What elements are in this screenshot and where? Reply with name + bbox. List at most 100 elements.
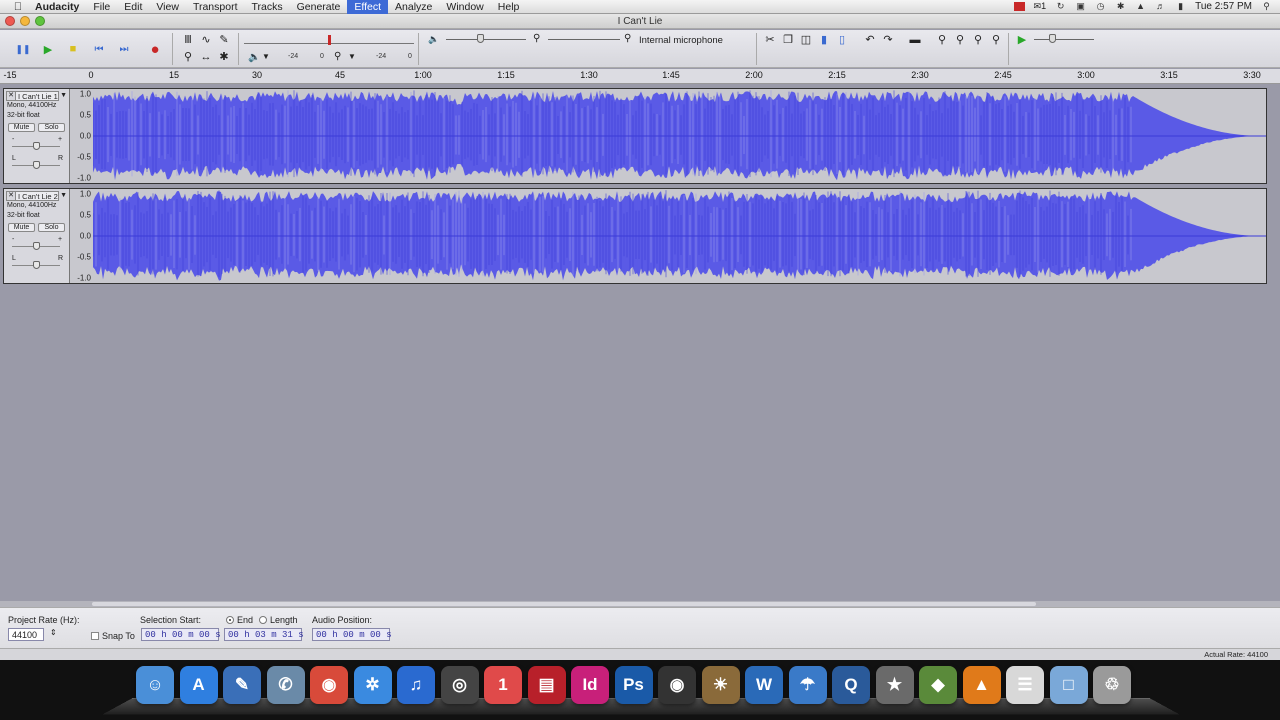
menu-edit[interactable]: Edit [117, 0, 149, 14]
ibooks-icon[interactable]: ◆ [919, 666, 957, 704]
messages-icon[interactable]: ✉1 [1034, 1, 1047, 12]
photo-booth-icon[interactable]: ▤ [527, 666, 566, 704]
input-device-select[interactable]: Internal microphone [636, 34, 748, 48]
menu-effect[interactable]: Effect [347, 0, 389, 14]
documents-icon[interactable]: ☰ [1006, 666, 1044, 704]
menu-help[interactable]: Help [491, 0, 527, 14]
zoom-out-icon[interactable]: ⚲ [952, 32, 968, 48]
record-status-icon[interactable] [1013, 2, 1025, 11]
play-at-speed-icon[interactable]: ▶ [1014, 32, 1030, 48]
trim-icon[interactable]: ▮ [816, 32, 832, 48]
snap-to-checkbox[interactable] [91, 632, 99, 640]
timeline-ruler[interactable]: -15 0 15 30 45 1:00 1:15 1:30 1:45 2:00 … [0, 69, 1280, 84]
menubar-clock[interactable]: Tue 2:57 PM [1195, 1, 1252, 12]
fit-selection-icon[interactable]: ⚲ [970, 32, 986, 48]
project-rate-stepper-icon[interactable]: ⇕ [50, 628, 57, 637]
vlc-icon[interactable]: ▲ [962, 666, 1001, 704]
selection-end-field[interactable]: 00 h 03 m 31 s [224, 628, 304, 641]
paste-icon[interactable]: ◫ [798, 32, 814, 48]
track-menu-chevron-down-icon[interactable]: ▼ [59, 191, 68, 201]
audio-track-2[interactable]: ✕ I Can't Lie 2 ▼ Mono, 44100Hz 32-bit f… [3, 188, 1267, 284]
quicktime-icon[interactable]: Q [832, 666, 870, 704]
sync-icon[interactable]: ↻ [1055, 2, 1066, 11]
play-button[interactable]: ▶ [37, 38, 59, 60]
menu-transport[interactable]: Transport [186, 0, 245, 14]
gain-slider[interactable] [33, 242, 40, 250]
safari-icon[interactable]: ✲ [353, 666, 392, 704]
chrome-icon[interactable]: ◉ [310, 666, 348, 704]
length-radio[interactable] [259, 616, 267, 624]
solo-button[interactable]: Solo [38, 123, 65, 132]
multi-tool-icon[interactable]: ✱ [216, 49, 232, 65]
envelope-tool-icon[interactable]: ∿ [198, 32, 214, 48]
pause-button[interactable]: ❚❚ [12, 38, 34, 60]
gain-slider[interactable] [33, 142, 40, 150]
selection-start-field[interactable]: 00 h 00 m 00 s [141, 628, 221, 641]
skip-to-start-button[interactable]: ⏮ [88, 38, 110, 60]
pan-slider[interactable] [33, 161, 40, 169]
finder-icon[interactable]: ☺ [136, 666, 174, 704]
zoom-tool-icon[interactable]: ⚲ [180, 49, 196, 65]
folder-icon[interactable]: □ [1049, 666, 1088, 704]
sync-lock-icon[interactable]: ▬ [906, 32, 924, 48]
end-radio[interactable] [226, 616, 234, 624]
play-speed-slider[interactable] [1049, 34, 1056, 43]
app-store-icon[interactable]: A [179, 666, 218, 704]
track-menu-chevron-down-icon[interactable]: ▼ [59, 91, 68, 101]
solo-button[interactable]: Solo [38, 223, 65, 232]
copy-icon[interactable]: ❐ [780, 32, 796, 48]
track-name-dropdown[interactable]: ✕ I Can't Lie 1 ▼ [6, 91, 68, 101]
preview-icon[interactable]: ✆ [266, 666, 305, 704]
playback-meter[interactable]: 🔈 ▼ -24 0 ⚲ ▼ -24 0 [244, 33, 414, 65]
zoom-in-icon[interactable]: ⚲ [934, 32, 950, 48]
calendar-icon[interactable]: 1 [484, 666, 522, 704]
record-dropdown-icon[interactable]: ▼ [348, 52, 356, 61]
imovie-icon[interactable]: ★ [875, 666, 914, 704]
bluetooth-icon[interactable]: ✱ [1115, 2, 1126, 11]
spotlight-icon[interactable]: ⚲ [1261, 2, 1272, 11]
undo-icon[interactable]: ↶ [862, 32, 878, 48]
stop-button[interactable]: ■ [62, 38, 84, 60]
menu-generate[interactable]: Generate [290, 0, 348, 14]
skip-to-end-button[interactable]: ⏭ [113, 38, 135, 60]
audio-track-1[interactable]: ✕ I Can't Lie 1 ▼ Mono, 44100Hz 32-bit f… [3, 88, 1267, 184]
close-track-icon[interactable]: ✕ [6, 191, 16, 201]
playback-dropdown-icon[interactable]: ▼ [262, 52, 270, 61]
project-rate-select[interactable]: 44100 [8, 628, 44, 641]
microphone-icon[interactable]: ⚲ [334, 51, 341, 62]
output-volume-slider[interactable] [477, 34, 484, 43]
record-button[interactable]: ● [144, 38, 166, 60]
fit-project-icon[interactable]: ⚲ [988, 32, 1004, 48]
indesign-icon[interactable]: Id [571, 666, 609, 704]
speaker-icon[interactable]: 🔈 [248, 52, 260, 63]
itunes-icon[interactable]: ♫ [397, 666, 435, 704]
menu-analyze[interactable]: Analyze [388, 0, 439, 14]
time-machine-icon[interactable]: ◷ [1095, 2, 1106, 11]
photoshop-icon[interactable]: Ps [614, 666, 653, 704]
menu-view[interactable]: View [149, 0, 186, 14]
iphoto-icon[interactable]: ☀ [701, 666, 740, 704]
redo-icon[interactable]: ↷ [880, 32, 896, 48]
timeshift-tool-icon[interactable]: ↔ [198, 49, 214, 65]
wifi-icon[interactable]: ▲ [1135, 2, 1146, 11]
draw-tool-icon[interactable]: ✎ [216, 32, 232, 48]
xcode-icon[interactable]: ✎ [223, 666, 261, 704]
silence-icon[interactable]: ▯ [834, 32, 850, 48]
mute-button[interactable]: Mute [8, 123, 35, 132]
camera-icon[interactable]: ◎ [440, 666, 479, 704]
volume-icon[interactable]: ♬ [1155, 2, 1166, 11]
waveform-area[interactable] [93, 89, 1266, 183]
battery-icon[interactable]: ▮ [1175, 2, 1186, 11]
weather-icon[interactable]: ☂ [788, 666, 827, 704]
apple-icon[interactable]:  [8, 1, 28, 13]
close-track-icon[interactable]: ✕ [6, 91, 16, 101]
cut-icon[interactable]: ✂ [762, 32, 778, 48]
display-icon[interactable]: ▣ [1075, 2, 1086, 11]
audio-position-field[interactable]: 00 h 00 m 00 s [312, 628, 392, 641]
menu-file[interactable]: File [86, 0, 117, 14]
menu-tracks[interactable]: Tracks [244, 0, 289, 14]
waveform-area[interactable] [93, 189, 1266, 283]
word-icon[interactable]: W [745, 666, 783, 704]
mute-button[interactable]: Mute [8, 223, 35, 232]
pan-slider[interactable] [33, 261, 40, 269]
